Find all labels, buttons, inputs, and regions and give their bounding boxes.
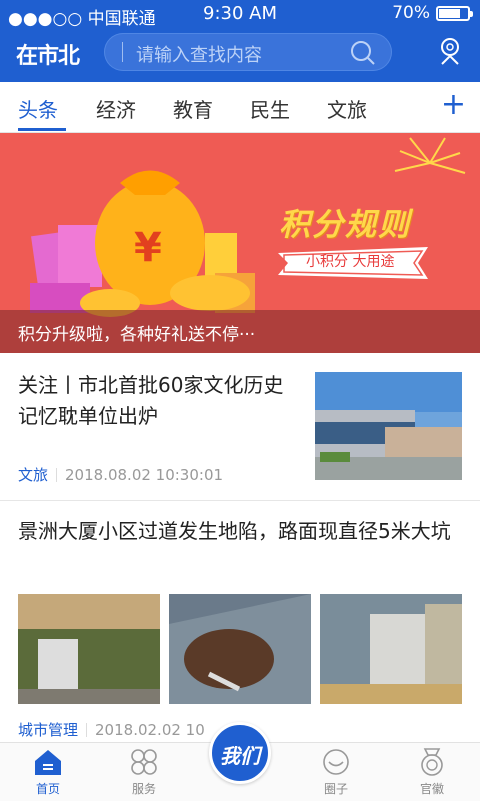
status-bar: ●●●○○ 中国联通 9:30 AM 70% [0,0,480,29]
news-photo [320,594,462,704]
banner-subtitle: 小积分 大用途 [306,254,395,270]
nav-us-label: 我们 [220,744,260,768]
banner-caption-bar: 积分升级啦，各种好礼送不停··· [0,310,480,353]
news-category[interactable]: 文旅 [18,466,48,484]
user-icon[interactable] [438,36,462,72]
active-tab-indicator [18,128,66,131]
nav-circle[interactable]: 圈子 [288,743,384,801]
svg-text:¥: ¥ [134,225,162,271]
nav-home-label: 首页 [35,782,60,796]
banner-title: 积分规则 [279,207,411,243]
battery-percentage: 70% [392,3,430,23]
news-title: 景洲大厦小区过道发生地陷，路面现直径5米大坑 [18,519,451,543]
nav-official-label: 官徽 [419,782,444,796]
app-header: 在市北 请输入查找内容 [0,28,480,82]
news-image-gallery [18,594,462,704]
home-icon [35,750,61,775]
news-category[interactable]: 城市管理 [18,721,78,739]
search-placeholder: 请输入查找内容 [136,45,262,66]
nav-services-label: 服务 [131,782,156,796]
search-input[interactable]: 请输入查找内容 [104,33,392,71]
nav-us-button[interactable]: 我们 [209,722,271,784]
app-logo: 在市北 [16,44,80,69]
tab-economy[interactable]: 经济 [96,94,136,123]
news-photo [169,594,311,704]
banner-caption: 积分升级啦，各种好礼送不停··· [18,325,256,345]
plus-icon[interactable]: + [441,90,466,120]
tab-culture-travel[interactable]: 文旅 [327,94,367,123]
news-item[interactable]: 关注丨市北首批60家文化历史记忆耽单位出炉 文旅 2018.08.02 10:30… [0,354,480,501]
news-thumbnail [315,372,462,480]
category-tabs: 头条 经济 教育 民生 文旅 + [0,82,480,133]
services-icon [131,749,157,775]
news-meta: 城市管理 2018.02.02 10 [18,719,205,740]
nav-official[interactable]: 官徽 [384,743,480,801]
battery-status: 70% [392,3,473,23]
nav-circle-label: 圈子 [323,782,348,796]
search-icon[interactable] [350,40,376,70]
news-date: 2018.08.02 10:30:01 [65,466,224,484]
promo-banner[interactable]: ¥ 积分规则 小积分 大用途 积分升级啦，各种好礼送不停··· [0,133,480,353]
medal-icon [421,748,443,776]
news-photo [18,594,160,704]
tab-headlines[interactable]: 头条 [18,94,58,123]
tab-education[interactable]: 教育 [173,94,213,123]
nav-home[interactable]: 首页 [0,743,96,801]
search-divider [122,42,123,62]
battery-icon [436,5,473,21]
news-meta: 文旅 2018.08.02 10:30:01 [18,464,223,485]
news-item[interactable]: 景洲大厦小区过道发生地陷，路面现直径5米大坑 城市管理 2018.02.02 10 [0,501,480,741]
nav-services[interactable]: 服务 [96,743,192,801]
chat-icon [323,749,349,775]
news-title: 关注丨市北首批60家文化历史记忆耽单位出炉 [18,373,284,428]
news-date: 2018.02.02 10 [95,721,205,739]
tab-livelihood[interactable]: 民生 [250,94,290,123]
